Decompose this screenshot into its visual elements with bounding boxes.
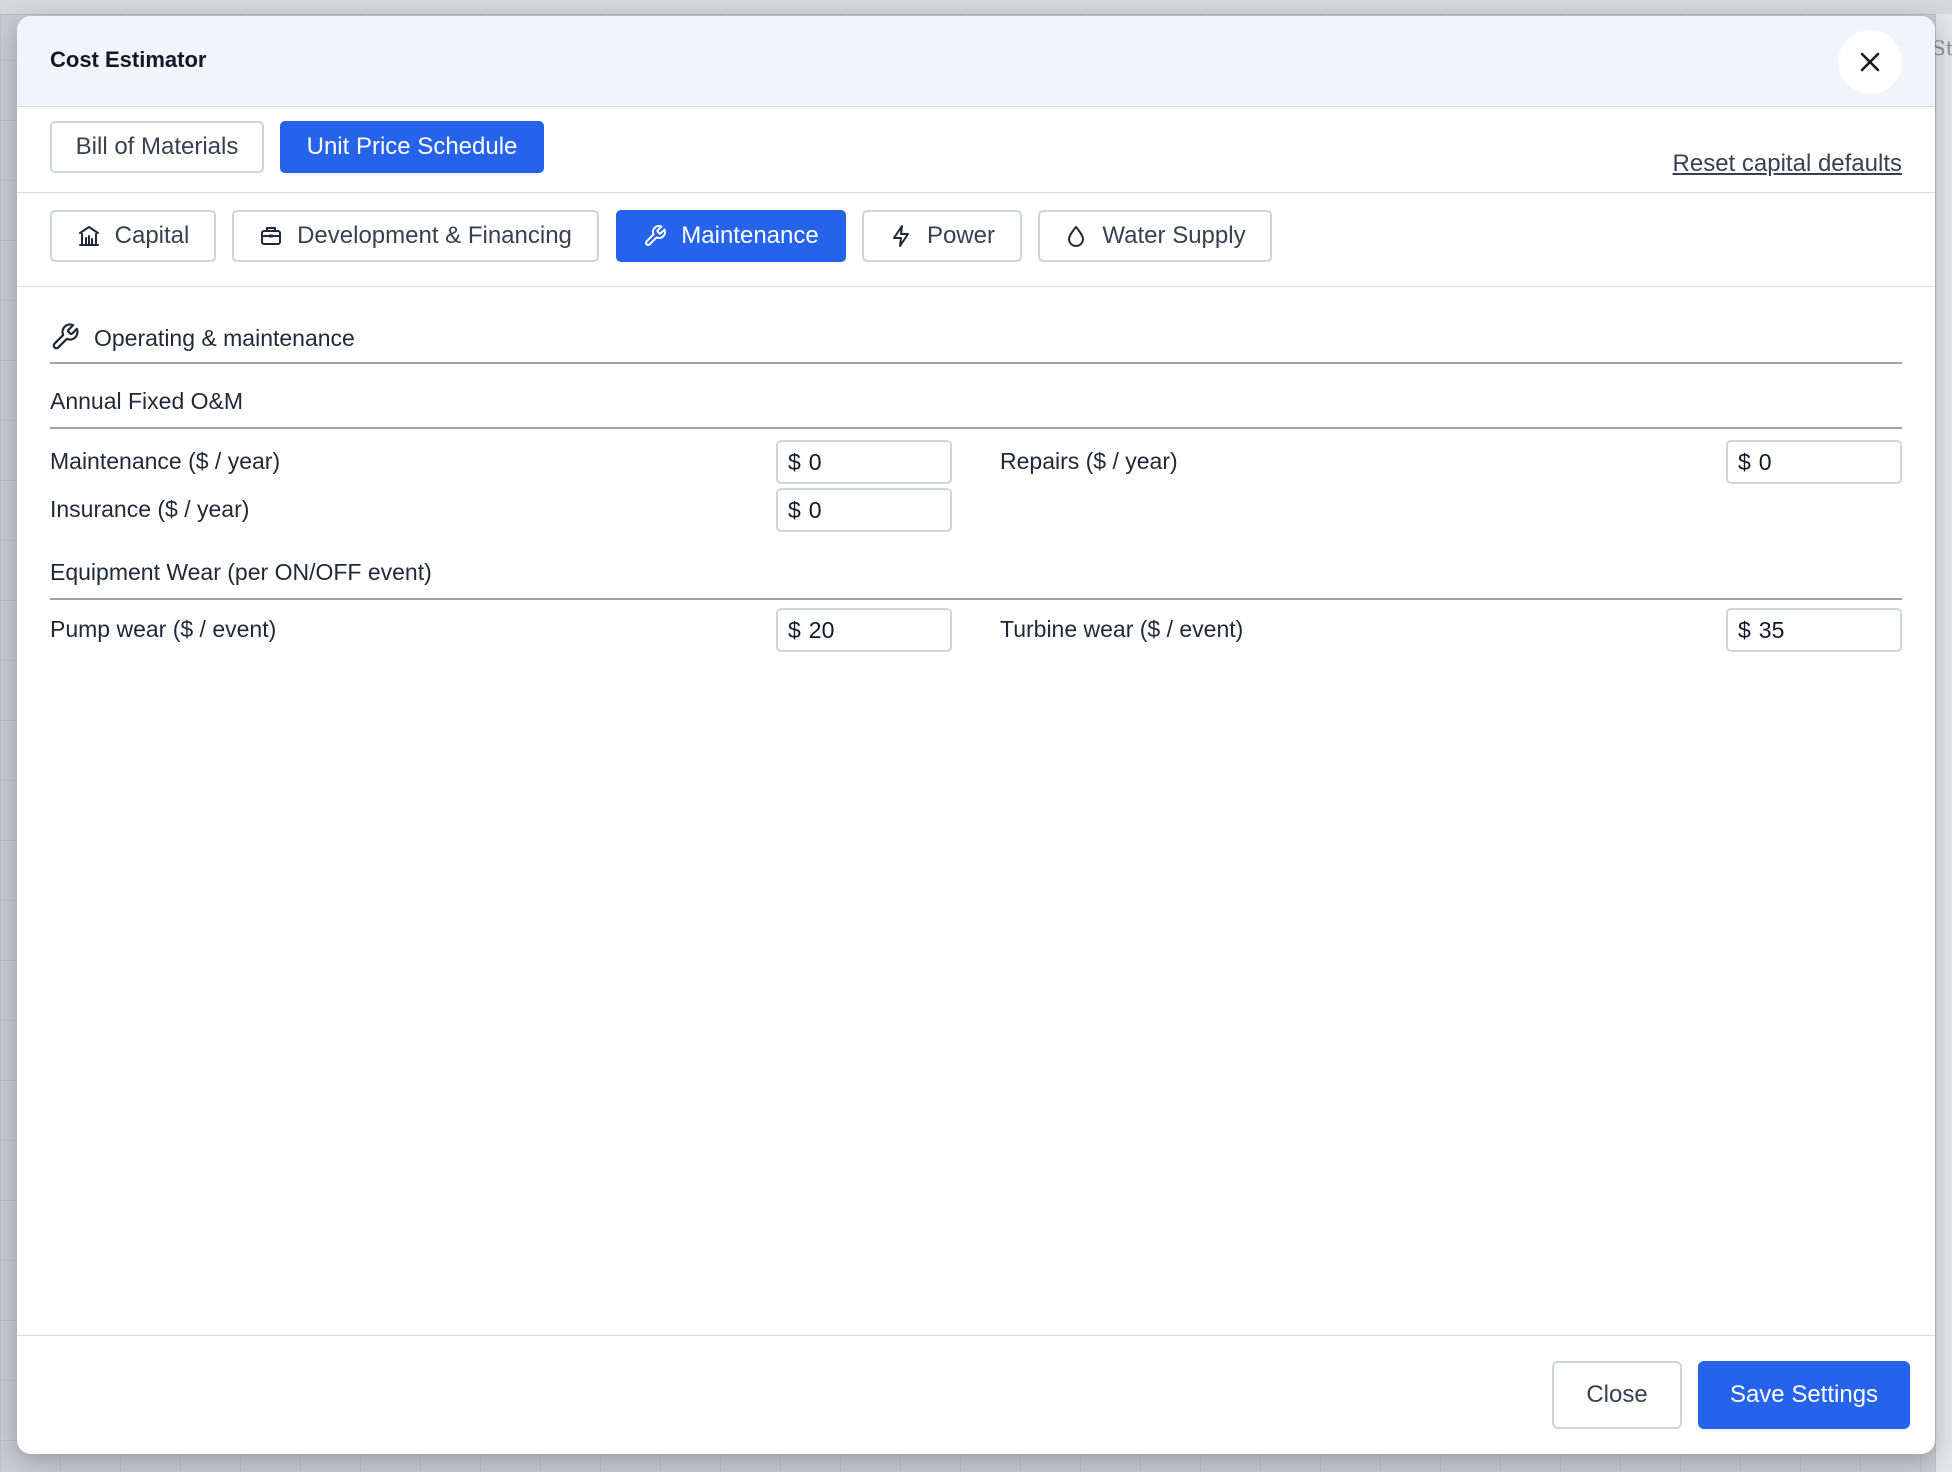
tab-power[interactable]: Power (862, 210, 1022, 262)
close-icon (1860, 52, 1880, 72)
tab-label: Power (926, 222, 996, 249)
turbine-wear-label: Turbine wear ($ / event) (1000, 616, 1244, 642)
section-title: Operating & maintenance (94, 325, 355, 351)
dialog-header: Cost Estimator (17, 16, 1935, 107)
close-button[interactable]: Close (1552, 1361, 1682, 1429)
background-app-panel (1935, 14, 1952, 1472)
equipment-wear-title: Equipment Wear (per ON/OFF event) (50, 559, 1902, 600)
tab-water-supply[interactable]: Water Supply (1038, 210, 1272, 262)
pump-wear-value[interactable] (808, 616, 929, 644)
pump-wear-label: Pump wear ($ / event) (50, 616, 277, 642)
currency-symbol: $ (788, 616, 801, 643)
currency-symbol: $ (788, 448, 801, 475)
tab-unit-price-schedule[interactable]: Unit Price Schedule (280, 121, 544, 173)
tab-label: Bill of Materials (75, 133, 239, 160)
tab-development-financing[interactable]: Development & Financing (232, 210, 599, 262)
bank-icon (78, 226, 99, 246)
tab-maintenance[interactable]: Maintenance (616, 210, 846, 262)
dialog-footer: Close Save Settings (17, 1335, 1935, 1454)
view-tab-bar: Bill of Materials Unit Price Schedule Re… (17, 107, 1935, 193)
turbine-wear-value[interactable] (1758, 616, 1879, 644)
tab-bill-of-materials[interactable]: Bill of Materials (50, 121, 264, 173)
section-header: Operating & maintenance (50, 318, 1902, 364)
dialog-title: Cost Estimator (50, 47, 207, 72)
background-app-bar (0, 0, 1952, 15)
tab-label: Capital (114, 222, 190, 249)
currency-symbol: $ (1738, 616, 1751, 643)
currency-symbol: $ (1738, 448, 1751, 475)
category-tab-bar: Capital Development & Financing Maintena… (17, 193, 1935, 287)
maintenance-value[interactable] (808, 448, 929, 476)
maintenance-input[interactable]: $ (776, 440, 952, 484)
tab-label: Unit Price Schedule (306, 133, 518, 160)
insurance-value[interactable] (808, 496, 929, 524)
tab-label: Development & Financing (297, 222, 572, 249)
tab-label: Maintenance (681, 222, 819, 249)
save-settings-button[interactable]: Save Settings (1698, 1361, 1910, 1429)
annual-fixed-om-title: Annual Fixed O&M (50, 388, 1902, 429)
turbine-wear-input[interactable]: $ (1726, 608, 1902, 652)
reset-capital-defaults-link[interactable]: Reset capital defaults (1673, 150, 1902, 178)
water-drop-icon (1068, 226, 1085, 247)
wrench-icon (52, 323, 79, 350)
dialog-close-button[interactable] (1838, 30, 1902, 94)
wrench-icon (645, 225, 667, 246)
insurance-input[interactable]: $ (776, 488, 952, 532)
pump-wear-input[interactable]: $ (776, 608, 952, 652)
insurance-label: Insurance ($ / year) (50, 496, 250, 522)
briefcase-icon (261, 227, 282, 245)
tab-label: Water Supply (1102, 222, 1246, 249)
repairs-label: Repairs ($ / year) (1000, 448, 1178, 474)
cost-estimator-dialog: Cost Estimator Bill of Materials Unit Pr… (17, 16, 1935, 1454)
repairs-value[interactable] (1758, 448, 1879, 476)
repairs-input[interactable]: $ (1726, 440, 1902, 484)
tab-capital[interactable]: Capital (50, 210, 216, 262)
currency-symbol: $ (788, 496, 801, 523)
lightning-icon (892, 225, 909, 247)
background-peek-text: St (1932, 36, 1952, 60)
maintenance-label: Maintenance ($ / year) (50, 448, 281, 474)
